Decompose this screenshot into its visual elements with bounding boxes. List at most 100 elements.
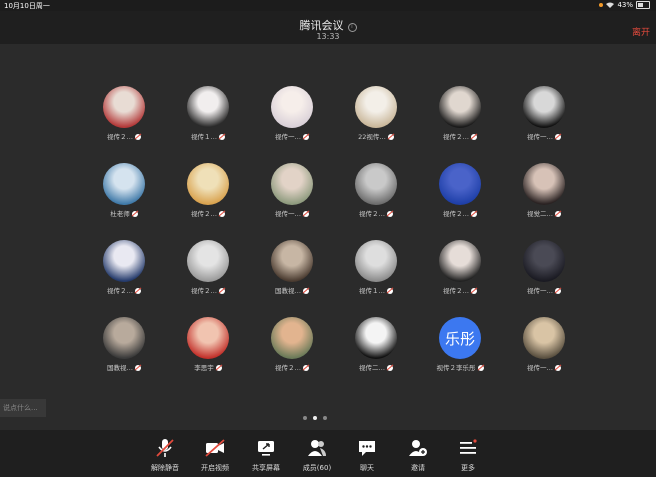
participant-tile[interactable]: 视传一… xyxy=(250,86,334,142)
participant-tile[interactable]: 视传一… xyxy=(502,240,586,296)
meeting-clock: 13:33 xyxy=(316,32,340,41)
chat-button[interactable]: 聊天 xyxy=(342,430,392,477)
mic-muted-icon xyxy=(387,288,393,294)
participant-name: 视传２… xyxy=(359,210,385,218)
avatar xyxy=(271,86,313,128)
participant-name: 杜老师 xyxy=(110,210,130,218)
page-dot[interactable] xyxy=(323,416,327,420)
participant-name: 视传一… xyxy=(527,133,553,141)
mic-muted-icon xyxy=(555,134,561,140)
mic-muted-icon xyxy=(387,365,393,371)
participant-name-row: 22视传… xyxy=(334,131,418,141)
participant-name-row: 视传２李乐彤 xyxy=(418,362,502,372)
participant-tile[interactable]: 视传２… xyxy=(82,86,166,142)
participant-name: 视传一… xyxy=(527,287,553,295)
meeting-title: 腾讯会议 xyxy=(299,19,344,32)
avatar xyxy=(271,163,313,205)
members-button[interactable]: 成员(60) xyxy=(292,430,342,477)
participant-tile[interactable]: 国教视… xyxy=(82,317,166,373)
invite-button[interactable]: 邀请 xyxy=(393,430,443,477)
mic-muted-icon xyxy=(471,134,477,140)
status-right: 43% xyxy=(599,1,650,9)
participant-name-row: 视传二… xyxy=(334,362,418,372)
share-screen-button[interactable]: 共享屏幕 xyxy=(241,430,291,477)
participant-name-row: 视传一… xyxy=(502,362,586,372)
participant-tile[interactable]: 视传２… xyxy=(334,163,418,219)
participant-tile[interactable]: 视传二… xyxy=(334,317,418,373)
participant-tile[interactable]: 李思宇 xyxy=(166,317,250,373)
more-button[interactable]: 更多 xyxy=(443,430,493,477)
participant-tile[interactable]: 视传２… xyxy=(418,86,502,142)
mic-muted-icon xyxy=(135,288,141,294)
participant-name: 视传１… xyxy=(359,287,385,295)
avatar xyxy=(103,86,145,128)
participant-tile[interactable]: 22视传… xyxy=(334,86,418,142)
participant-tile[interactable]: 视传１… xyxy=(334,240,418,296)
participant-name-row: 视传２… xyxy=(334,208,418,218)
more-icon xyxy=(460,439,477,454)
participant-tile[interactable]: 视传２… xyxy=(166,163,250,219)
avatar xyxy=(355,317,397,359)
participant-tile[interactable]: 视传２… xyxy=(418,240,502,296)
mic-muted-icon xyxy=(555,288,561,294)
mic-muted-icon xyxy=(131,211,138,217)
participant-name: 视觉二… xyxy=(527,210,553,218)
participant-name-row: 视传２… xyxy=(418,208,502,218)
mic-muted-icon xyxy=(135,134,141,140)
participant-name: 视传２… xyxy=(107,287,133,295)
participant-name-row: 视传２… xyxy=(418,285,502,295)
participant-tile[interactable]: 视传２… xyxy=(250,317,334,373)
participant-name: 视传１… xyxy=(191,133,217,141)
participant-tile[interactable]: 视觉二… xyxy=(502,163,586,219)
chat-input[interactable]: 说点什么... xyxy=(0,399,46,417)
participant-tile[interactable]: 视传一… xyxy=(502,317,586,373)
avatar xyxy=(187,240,229,282)
participant-tile[interactable]: 视传２… xyxy=(166,240,250,296)
page-dot[interactable] xyxy=(303,416,307,420)
participant-name-row: 视传２… xyxy=(166,285,250,295)
participant-name-row: 国教视… xyxy=(82,362,166,372)
participant-tile[interactable]: 视传１… xyxy=(166,86,250,142)
mic-muted-button[interactable]: 解除静音 xyxy=(140,430,190,477)
video-off-button[interactable]: 开启视频 xyxy=(190,430,240,477)
participant-name-row: 视传一… xyxy=(250,208,334,218)
mic-muted-icon xyxy=(215,365,222,371)
mic-muted-icon xyxy=(303,288,309,294)
leave-button[interactable]: 离开 xyxy=(632,25,650,38)
mic-muted-icon xyxy=(303,365,309,371)
mic-muted-icon xyxy=(219,134,225,140)
toolbar-label: 共享屏幕 xyxy=(252,464,280,472)
participant-tile[interactable]: 视传一… xyxy=(250,163,334,219)
participant-tile[interactable]: 杜老师 xyxy=(82,163,166,219)
toolbar-label: 开启视频 xyxy=(201,464,229,472)
recording-dot-icon xyxy=(599,3,604,7)
participant-name-row: 视传２… xyxy=(166,208,250,218)
avatar xyxy=(187,317,229,359)
participant-name-row: 视觉二… xyxy=(502,208,586,218)
participant-tile[interactable]: 视传２… xyxy=(418,163,502,219)
participant-name-row: 视传一… xyxy=(250,131,334,141)
toolbar-label: 更多 xyxy=(461,464,475,472)
mic-muted-icon xyxy=(471,288,477,294)
participant-name-row: 国教视… xyxy=(250,285,334,295)
avatar xyxy=(439,240,481,282)
participant-name: 李思宇 xyxy=(194,364,214,372)
participant-tile[interactable]: 视传２… xyxy=(82,240,166,296)
participant-name-row: 视传１… xyxy=(334,285,418,295)
avatar xyxy=(271,317,313,359)
mic-muted-icon xyxy=(219,288,225,294)
page-dot-active[interactable] xyxy=(313,416,317,420)
info-icon[interactable]: i xyxy=(347,23,357,32)
mic-muted-icon xyxy=(477,365,484,371)
participant-name: 视传２… xyxy=(191,287,217,295)
participant-tile[interactable]: 乐彤 视传２李乐彤 xyxy=(418,317,502,373)
participant-name: 视传二… xyxy=(359,364,385,372)
participant-name: 国教视… xyxy=(107,364,133,372)
avatar xyxy=(103,163,145,205)
participant-tile[interactable]: 视传一… xyxy=(502,86,586,142)
participant-name-row: 杜老师 xyxy=(82,208,166,218)
participant-name: 国教视… xyxy=(275,287,301,295)
participant-tile[interactable]: 国教视… xyxy=(250,240,334,296)
participant-name: 视传一… xyxy=(275,133,301,141)
battery-percent: 43% xyxy=(617,1,633,9)
